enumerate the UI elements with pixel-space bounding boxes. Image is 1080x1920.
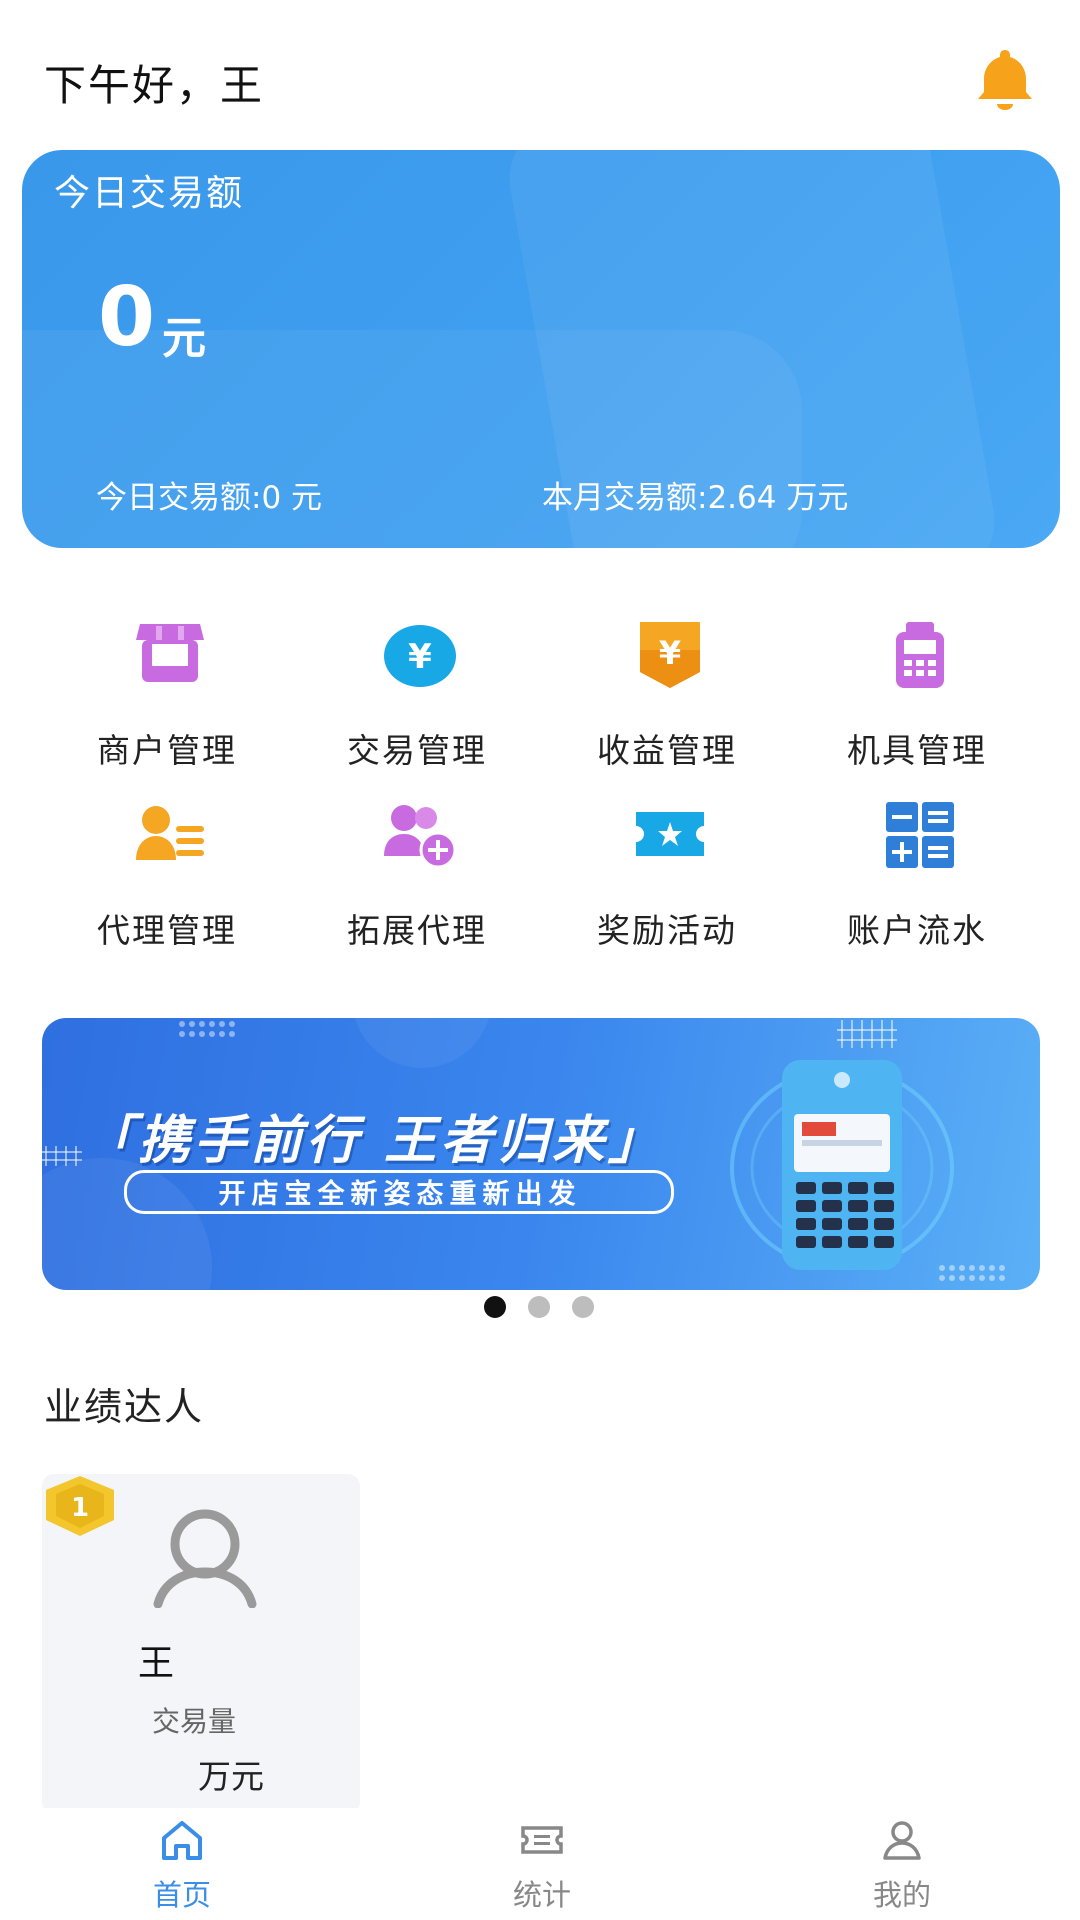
menu-label: 账户流水 [847,911,987,950]
header: 下午好，王 [0,0,1080,150]
rank-number: 1 [71,1493,89,1523]
pagination-dot-2[interactable] [528,1296,550,1318]
store-icon [136,624,204,682]
section-title: 业绩达人 [44,1385,205,1429]
banner-pagination [484,1296,604,1320]
menu-label: 奖励活动 [597,911,737,950]
pos-device-illustration [730,1060,954,1270]
promo-banner[interactable]: 「携手前行 王者归来」 开店宝全新姿态重新出发 [42,1018,1040,1290]
today-amount: 0 [98,270,156,365]
menu-label: 商户管理 [97,731,237,770]
reward-ticket-icon [636,812,704,856]
amount-unit: 元 [162,313,206,364]
calculator-icon [886,802,954,868]
banner-subtitle: 开店宝全新姿态重新出发 [218,1179,582,1210]
rank-volume-label: 交易量 [152,1705,237,1738]
menu-label: 收益管理 [597,731,737,770]
menu-item-transaction[interactable]: ¥ 交易管理 [292,620,542,770]
menu-label: 交易管理 [347,731,487,770]
pagination-dot-1[interactable] [484,1296,506,1318]
rank-name: 王 [138,1643,175,1684]
menu-item-devices[interactable]: 机具管理 [792,620,1042,770]
tab-stats[interactable]: 统计 [442,1808,642,1920]
menu-item-add-agent[interactable]: 拓展代理 [292,800,542,950]
rank-badge-icon: 1 [46,1476,114,1536]
menu-label: 代理管理 [97,911,237,950]
menu-label: 拓展代理 [347,911,487,950]
menu-item-agents[interactable]: 代理管理 [42,800,292,950]
agents-icon [136,806,204,860]
tab-label: 我的 [872,1878,931,1912]
tab-profile[interactable]: 我的 [802,1808,1002,1920]
card-title: 今日交易额 [54,173,245,214]
tab-label: 统计 [512,1878,571,1912]
menu-item-earnings[interactable]: ¥ 收益管理 [542,620,792,770]
today-stat: 今日交易额:0 元 [96,480,323,516]
pos-terminal-icon [896,622,944,688]
svg-text:¥: ¥ [659,634,681,672]
menu-item-account-flow[interactable]: 账户流水 [792,800,1042,950]
tab-home[interactable]: 首页 [82,1808,282,1920]
tab-label: 首页 [152,1878,211,1912]
yuan-tag-icon: ¥ [640,622,700,688]
profile-icon [883,1821,921,1860]
pagination-dot-3[interactable] [572,1296,594,1318]
stats-ticket-icon [521,1826,563,1854]
home-icon [162,1821,202,1860]
menu-label: 机具管理 [847,731,987,770]
svg-text:¥: ¥ [408,637,432,677]
rank-volume-value: 万元 [198,1757,264,1796]
transaction-summary-card[interactable]: 今日交易额 0 元 今日交易额:0 元 本月交易额:2.64 万元 [22,150,1060,548]
avatar-icon [153,1509,257,1608]
bell-icon[interactable] [970,44,1040,114]
menu-item-rewards[interactable]: 奖励活动 [542,800,792,950]
rank-card[interactable]: 1 王 交易量 万元 [42,1474,360,1814]
banner-title: 「携手前行 王者归来」 [82,1111,665,1171]
bottom-tab-bar: 首页 统计 我的 [0,1808,1080,1920]
menu-item-merchant[interactable]: 商户管理 [42,620,292,770]
month-stat: 本月交易额:2.64 万元 [542,480,849,516]
add-agent-icon [384,805,457,869]
yuan-circle-icon: ¥ [384,625,456,687]
greeting-text: 下午好，王 [44,61,265,110]
